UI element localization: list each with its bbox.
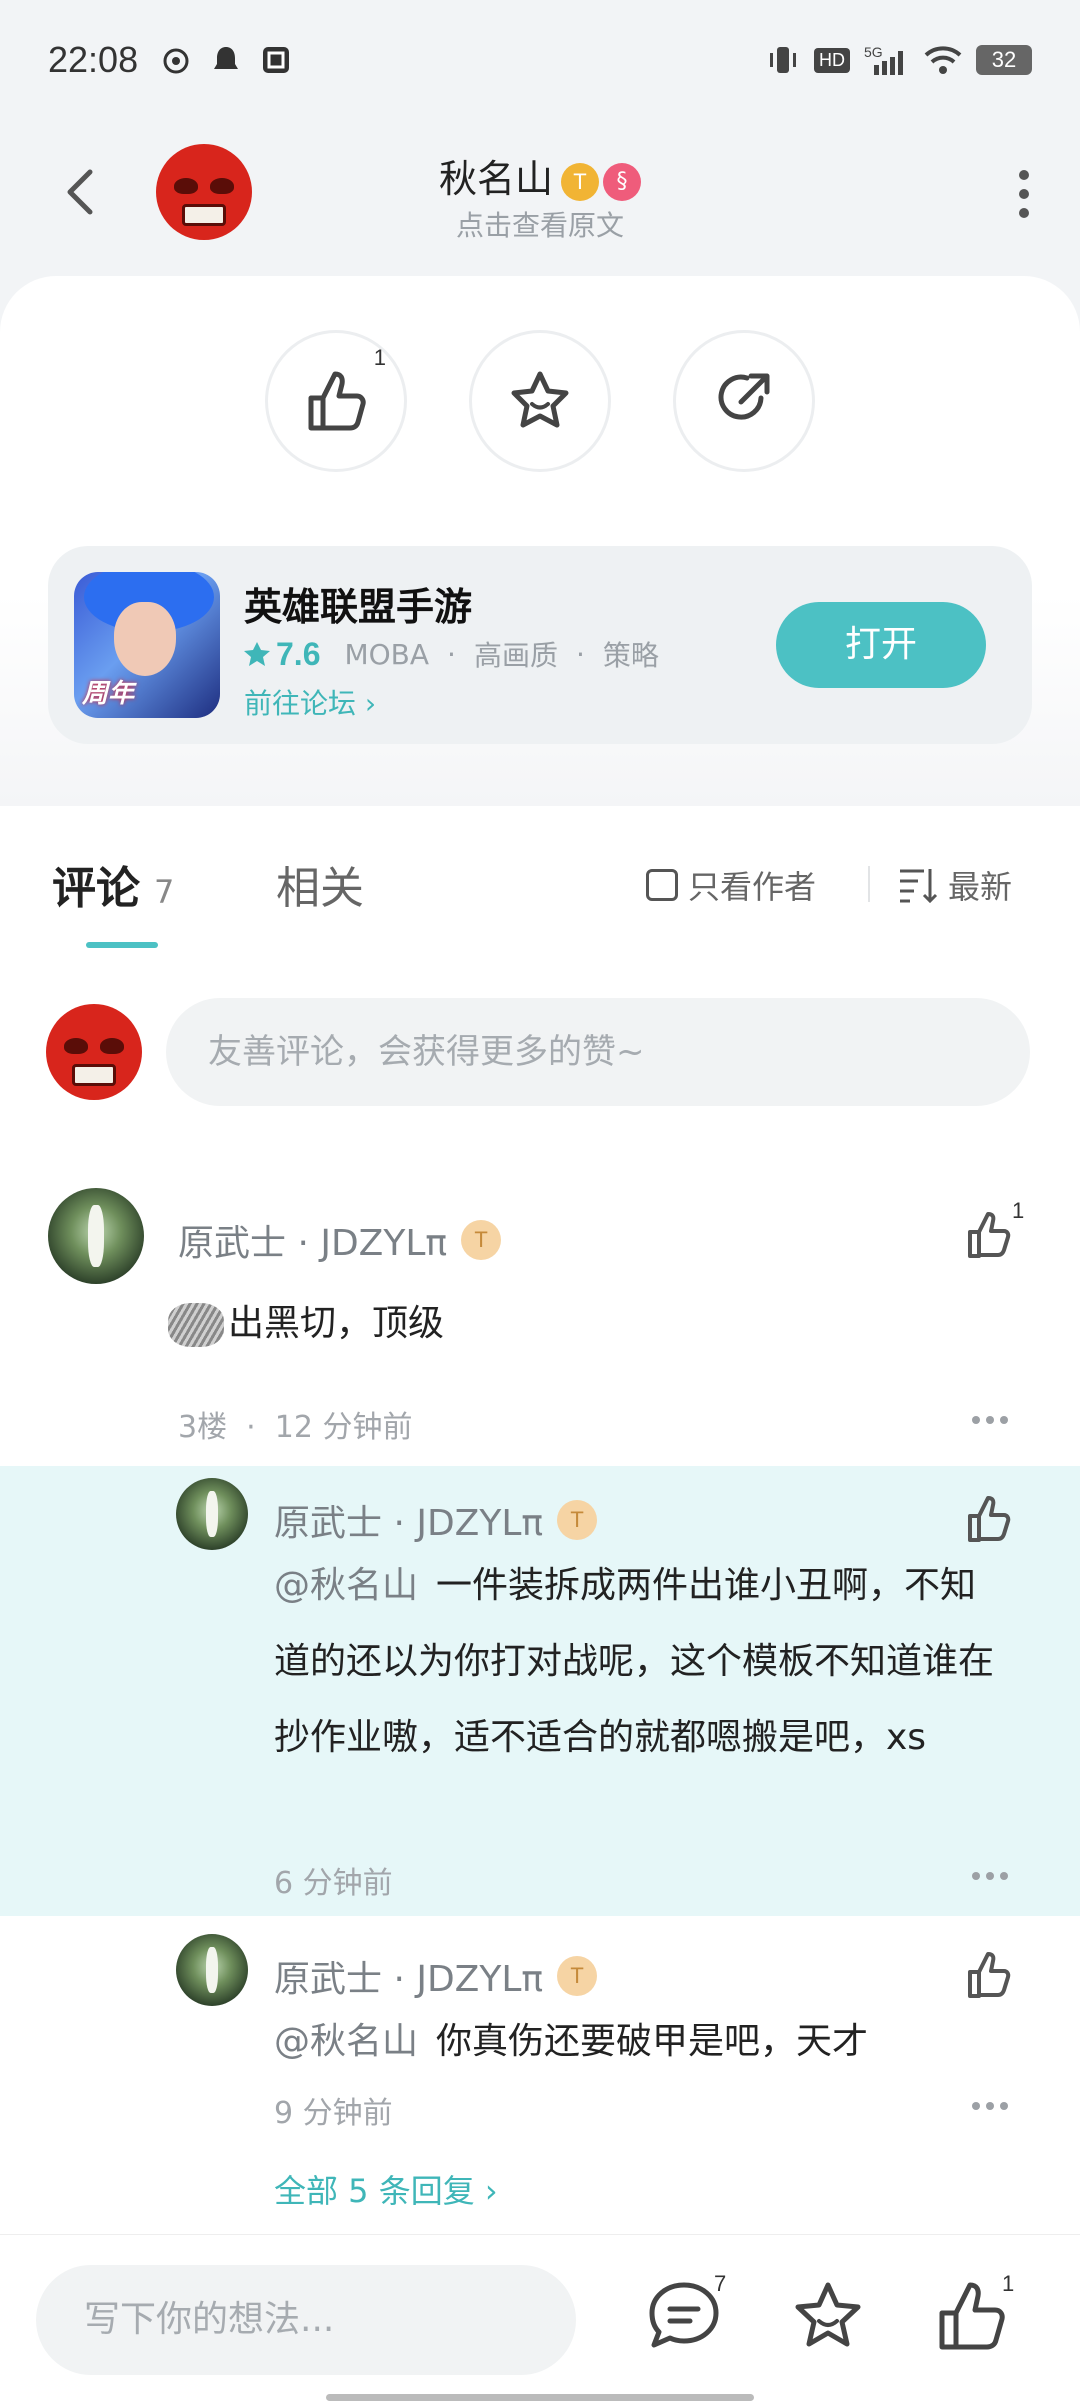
reply-more-icon[interactable] [972,1872,1008,1882]
vibrate-icon [770,47,796,73]
author-only-toggle[interactable]: 只看作者 [646,862,816,908]
like-count-badge: 1 [1002,2271,1015,2296]
action-card: 1 周年 英雄联盟手游 7.6 MOBA · 高画质 · 策略 前往论坛 › 打… [0,276,1080,806]
taobao-icon [260,44,292,76]
comment-tabs: 评论 7 相关 只看作者 最新 [0,806,1080,956]
comment-count-badge: 7 [714,2271,727,2296]
qq-icon [210,44,242,76]
sort-icon [900,869,938,903]
my-avatar [46,1004,142,1100]
rating-star-icon [244,642,270,666]
reply-text: @秋名山 你真伤还要破甲是吧，天才 [274,2021,869,2062]
game-meta: 7.6 MOBA · 高画质 · 策略 [244,634,659,674]
battery-indicator: 32 [976,45,1032,75]
game-tag: 高画质 [473,639,558,672]
reply-like-icon[interactable] [966,1494,1016,1544]
comment-input[interactable]: 友善评论，会获得更多的赞~ [166,998,1030,1106]
reply-text: @秋名山 一件装拆成两件出谁小丑啊，不知道的还以为你打对战呢，这个模板不知道谁在抄… [274,1565,995,1758]
comment-text: 出黑切，顶级 [168,1286,444,1362]
level-badge-icon: T [557,1956,598,1996]
like-button[interactable]: 1 [265,330,407,472]
commenter-name[interactable]: 原武士 · JDZYLπ T [178,1214,502,1266]
reply-time: 9 分钟前 [274,2096,393,2131]
share-icon [718,373,770,420]
comment-count: 7 [154,873,175,911]
wifi-icon [924,46,962,74]
level-badge-icon: T [557,1500,598,1540]
mention: @秋名山 [274,2021,419,2062]
more-menu-icon[interactable] [1018,170,1030,218]
game-tag: 策略 [602,639,659,672]
star-icon [511,371,569,428]
view-original-link[interactable]: 点击查看原文 [0,204,1080,244]
like-count: 1 [373,345,386,370]
level-badge-icon: T [561,162,599,201]
hd-icon: HD [814,47,850,73]
reply-author[interactable]: 原武士 · JDZYLπ T [274,1950,598,2002]
author-title[interactable]: 秋名山 T § [0,148,1080,203]
tab-comments[interactable]: 评论 7 [52,852,174,916]
level-badge-icon: T [461,1220,502,1260]
author-name: 秋名山 [438,157,553,201]
music-icon [160,44,192,76]
game-tag: MOBA [344,637,430,671]
game-icon-label: 周年 [82,679,135,709]
status-notification-icons [160,44,292,76]
comment-composer: 友善评论，会获得更多的赞~ [0,996,1080,1116]
commenter-avatar[interactable] [48,1188,144,1284]
thumbs-up-icon[interactable] [934,2279,1010,2355]
game-score: 7.6 [276,635,321,672]
reply-avatar[interactable] [176,1478,248,1550]
sticker-icon [168,1303,224,1347]
thumbs-up-icon [308,371,366,431]
tab-indicator [86,942,158,948]
status-time: 22:08 [48,39,139,80]
comment-like-icon[interactable] [966,1210,1016,1260]
status-system-icons: HD 5G 32 [766,43,1032,77]
reply-time: 6 分钟前 [274,1866,393,1901]
comment-bubble-icon[interactable] [646,2279,722,2355]
favorite-button[interactable] [469,330,611,472]
game-card[interactable]: 周年 英雄联盟手游 7.6 MOBA · 高画质 · 策略 前往论坛 › 打开 [48,546,1032,744]
reply-input[interactable]: 写下你的想法... [36,2265,576,2375]
tab-related[interactable]: 相关 [276,852,364,916]
reply-avatar[interactable] [176,1934,248,2006]
open-game-button[interactable]: 打开 [776,602,986,688]
fire-badge-icon: § [603,162,641,201]
checkbox-icon [646,869,678,901]
forum-link[interactable]: 前往论坛 › [244,682,376,722]
show-all-replies-link[interactable]: 全部 5 条回复 › [274,2166,498,2212]
reply-like-icon[interactable] [966,1950,1016,2000]
signal-5g-icon: 5G [864,44,903,75]
comment-like-count: 1 [1012,1198,1025,1223]
share-button[interactable] [673,330,815,472]
game-icon[interactable]: 周年 [74,572,220,718]
status-bar: 22:08 HD 5G 32 [0,0,1080,120]
mention: @秋名山 [274,1565,419,1606]
reply-author[interactable]: 原武士 · JDZYLπ T [274,1494,598,1546]
home-indicator [326,2394,754,2401]
svg-text:5G: 5G [864,44,883,60]
favorite-star-icon[interactable] [790,2279,866,2355]
bottom-bar: 写下你的想法... 7 1 [0,2234,1080,2408]
divider [868,866,870,902]
sort-button[interactable]: 最新 [898,862,1012,908]
reply-more-icon[interactable] [972,2102,1008,2112]
post-actions: 1 [0,330,1080,472]
comment-meta: 3楼 · 12 分钟前 [178,1410,413,1445]
post-header: 秋名山 T § 点击查看原文 [0,120,1080,270]
comment-more-icon[interactable] [972,1416,1008,1426]
game-name: 英雄联盟手游 [244,585,473,629]
